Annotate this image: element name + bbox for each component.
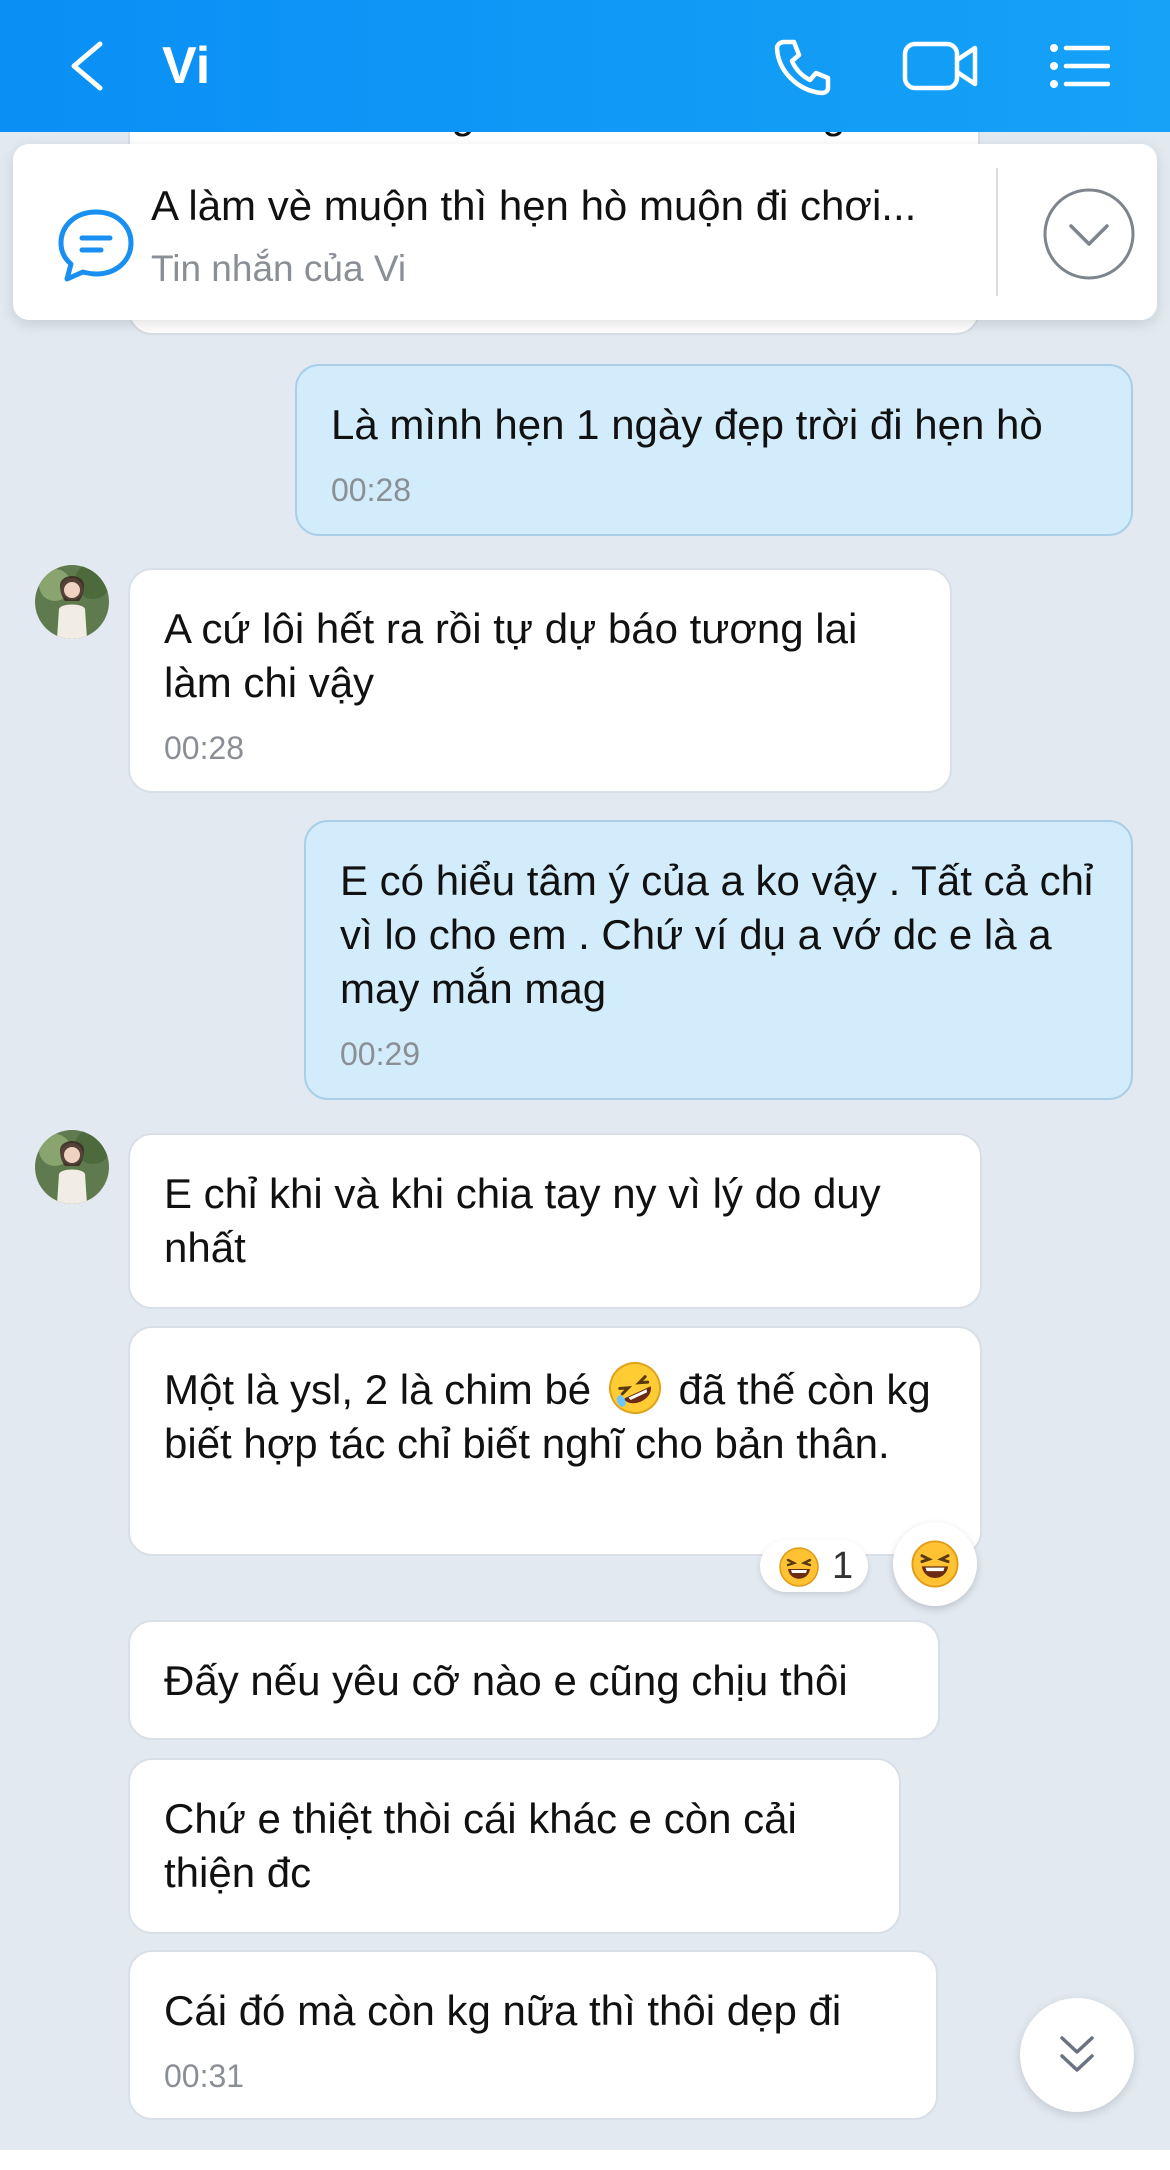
menu-list-icon[interactable] xyxy=(1048,36,1110,96)
input-bar-edge xyxy=(0,2150,1170,2170)
message-bubble-incoming[interactable]: E chỉ khi và khi chia tay ny vì lý do du… xyxy=(128,1133,982,1309)
pinned-message-text: A làm vè muộn thì hẹn hò muộn đi chơi... xyxy=(151,182,917,229)
message-bubble-incoming[interactable]: Cái đó mà còn kg nữa thì thôi dẹp đi 00:… xyxy=(128,1950,938,2120)
message-bubble-outgoing[interactable]: Là mình hẹn 1 ngày đẹp trời đi hẹn hò 00… xyxy=(295,364,1133,536)
pinned-message-bar[interactable]: A làm vè muộn thì hẹn hò muộn đi chơi...… xyxy=(13,144,1157,320)
message-time: 00:31 xyxy=(164,2058,245,2094)
message-text: Chứ e thiệt thòi cái khác e còn cải thiệ… xyxy=(164,1795,797,1896)
video-call-icon[interactable] xyxy=(902,36,978,96)
rolling-laughing-emoji xyxy=(608,1362,661,1414)
reaction-count: 1 xyxy=(832,1545,854,1587)
message-text: E chỉ khi và khi chia tay ny vì lý do du… xyxy=(164,1170,881,1271)
chat-header: Vi xyxy=(0,0,1170,132)
message-bubble-incoming[interactable]: Đấy nếu yêu cỡ nào e cũng chịu thôi xyxy=(128,1620,940,1740)
message-text: Một là ysl, 2 là chim bé đã thế còn kg b… xyxy=(164,1360,946,1471)
avatar[interactable] xyxy=(35,565,109,639)
chevron-down-icon[interactable] xyxy=(1041,186,1137,282)
divider xyxy=(996,168,998,296)
laughing-emoji xyxy=(779,1547,819,1587)
message-text: Cái đó mà còn kg nữa thì thôi dẹp đi xyxy=(164,1987,842,2034)
contact-name[interactable]: Vi xyxy=(162,34,210,98)
message-bubble-incoming[interactable]: Chứ e thiệt thòi cái khác e còn cải thiệ… xyxy=(128,1758,901,1934)
message-time: 00:28 xyxy=(164,730,245,766)
scroll-to-bottom-button[interactable] xyxy=(1020,1998,1134,2112)
message-icon xyxy=(58,209,134,282)
message-text: Đấy nếu yêu cỡ nào e cũng chịu thôi xyxy=(164,1657,848,1704)
pinned-message-subtitle: Tin nhắn của Vi xyxy=(151,248,407,289)
message-time: 00:28 xyxy=(331,472,412,508)
message-text: A cứ lôi hết ra rồi tự dự báo tương lai … xyxy=(164,605,858,706)
message-time: 00:29 xyxy=(340,1036,421,1072)
message-text: E có hiểu tâm ý của a ko vậy . Tất cả ch… xyxy=(340,857,1094,1012)
message-bubble-outgoing[interactable]: E có hiểu tâm ý của a ko vậy . Tất cả ch… xyxy=(304,820,1133,1100)
double-chevron-down-icon xyxy=(1060,2036,1094,2072)
message-text-part: Một là ysl, 2 là chim bé xyxy=(164,1366,592,1413)
back-arrow-icon[interactable] xyxy=(62,40,112,92)
reaction-summary[interactable]: 1 xyxy=(760,1540,868,1592)
message-bubble-incoming[interactable]: Một là ysl, 2 là chim bé đã thế còn kg b… xyxy=(128,1326,982,1556)
phone-icon[interactable] xyxy=(770,36,834,96)
react-button[interactable] xyxy=(893,1522,977,1606)
laughing-emoji xyxy=(911,1540,959,1588)
message-text: Là mình hẹn 1 ngày đẹp trời đi hẹn hò xyxy=(331,401,1043,448)
avatar[interactable] xyxy=(35,1130,109,1204)
message-bubble-incoming[interactable]: A cứ lôi hết ra rồi tự dự báo tương lai … xyxy=(128,568,952,793)
